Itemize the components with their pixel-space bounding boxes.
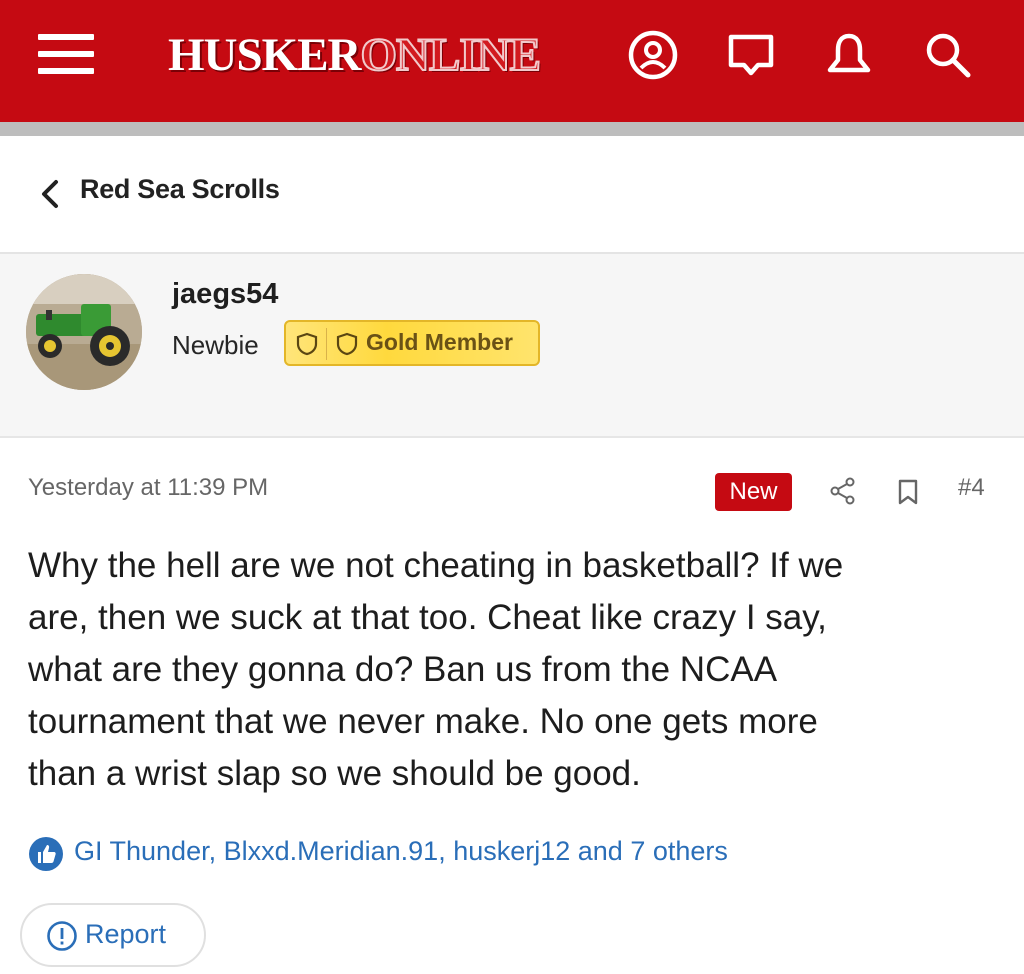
username[interactable]: jaegs54 — [172, 278, 278, 311]
avatar[interactable] — [26, 274, 142, 390]
badge-divider — [326, 328, 327, 360]
gold-member-badge: Gold Member — [284, 320, 540, 366]
user-title: Newbie — [172, 330, 259, 360]
logo-part2: ONLINE — [359, 28, 541, 82]
tractor-avatar-image — [26, 274, 142, 390]
header-divider — [0, 122, 1024, 136]
post-line: Why the hell are we not cheating in bask… — [28, 546, 844, 585]
chevron-left-icon — [42, 180, 58, 208]
alert-icon — [47, 921, 77, 951]
site-header: HUSKERONLINE — [0, 0, 1024, 128]
post-number[interactable]: #4 — [958, 474, 985, 502]
breadcrumb[interactable]: Red Sea Scrolls — [0, 136, 1024, 254]
post-line: than a wrist slap so we should be good. — [28, 754, 641, 793]
search-icon[interactable] — [920, 28, 974, 82]
post-timestamp[interactable]: Yesterday at 11:39 PM — [28, 474, 268, 502]
notifications-icon[interactable] — [822, 28, 876, 82]
account-icon[interactable] — [626, 28, 680, 82]
shield-icon — [336, 332, 358, 356]
new-badge: New — [715, 473, 792, 511]
menu-icon[interactable] — [38, 34, 94, 74]
logo-part1: HUSKER — [168, 29, 361, 81]
like-icon — [29, 837, 63, 871]
report-label: Report — [85, 919, 167, 949]
breadcrumb-label[interactable]: Red Sea Scrolls — [80, 174, 280, 205]
post-line: what are they gonna do? Ban us from the … — [28, 650, 778, 689]
author-info: jaegs54 Newbie Gold Member — [0, 254, 1024, 438]
post-line: tournament that we never make. No one ge… — [28, 702, 818, 741]
reactions-text[interactable]: GI Thunder, Blxxd.Meridian.91, huskerj12… — [74, 836, 728, 867]
messages-icon[interactable] — [724, 28, 778, 82]
report-button[interactable]: Report — [20, 903, 206, 967]
post-body: Why the hell are we not cheating in bask… — [28, 540, 968, 800]
share-icon[interactable] — [828, 476, 858, 506]
shield-icon — [296, 332, 318, 356]
post-line: are, then we suck at that too. Cheat lik… — [28, 598, 827, 637]
site-logo[interactable]: HUSKERONLINE — [168, 20, 542, 90]
bookmark-icon[interactable] — [895, 478, 921, 506]
badge-label: Gold Member — [366, 329, 513, 355]
